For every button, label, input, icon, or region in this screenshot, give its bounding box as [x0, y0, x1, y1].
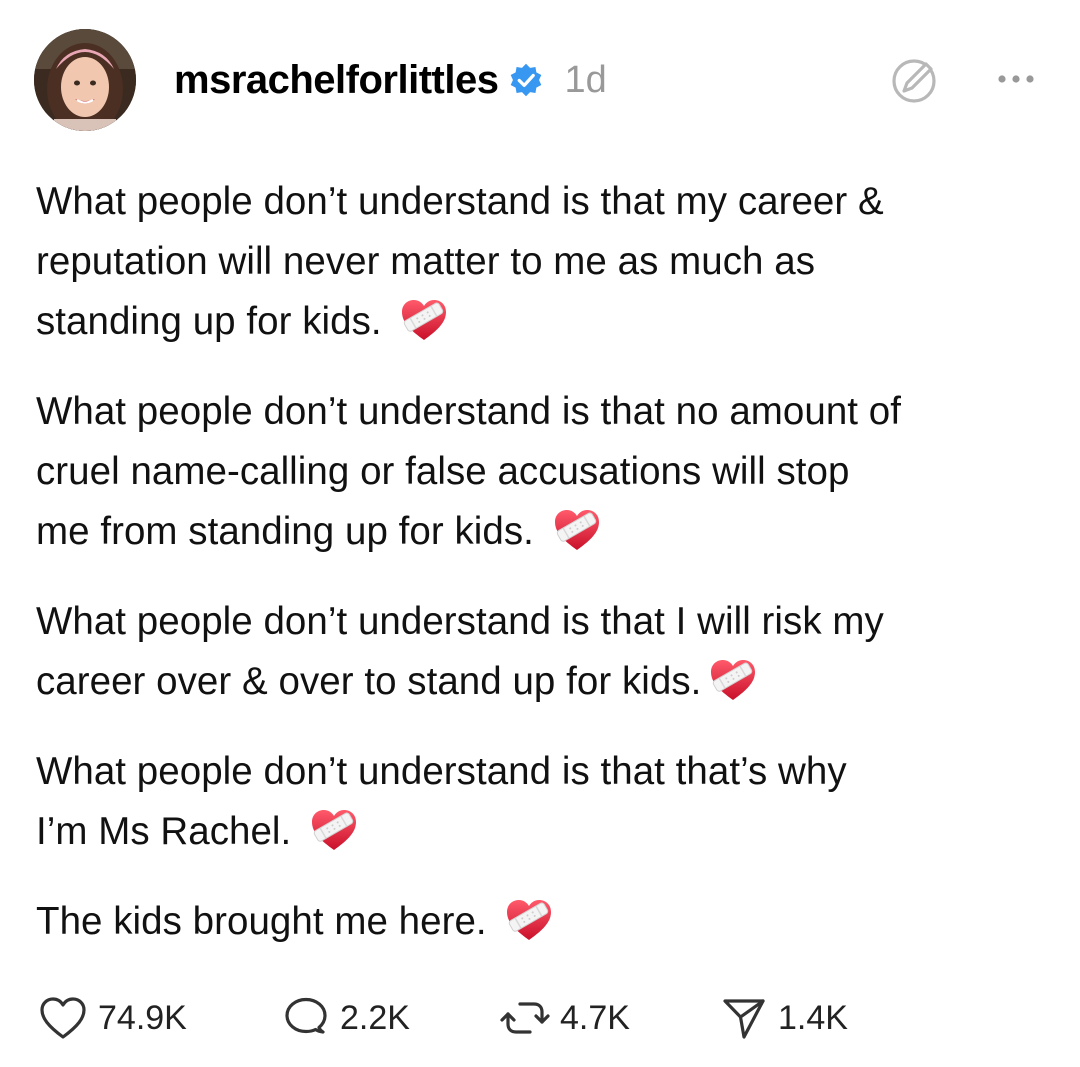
comment-count: 2.2K	[340, 998, 410, 1037]
repost-icon	[500, 1002, 550, 1034]
post-body: What people don’t understand is that my …	[36, 172, 1056, 982]
post-line: me from standing up for kids.	[36, 510, 534, 553]
post-paragraph: What people don’t understand is that tha…	[36, 742, 1056, 862]
mending-heart-icon	[707, 654, 759, 706]
post-line: cruel name-calling or false accusations …	[36, 450, 850, 493]
post-line: What people don’t understand is that no …	[36, 390, 901, 433]
mending-heart-icon	[551, 504, 603, 556]
post-paragraph: What people don’t understand is that no …	[36, 382, 1056, 562]
post-paragraph: What people don’t understand is that I w…	[36, 592, 1056, 712]
share-button[interactable]: 1.4K	[720, 990, 848, 1046]
heart-icon	[40, 997, 86, 1039]
post-line: What people don’t understand is that tha…	[36, 750, 847, 793]
more-dots-icon[interactable]	[995, 66, 1037, 92]
post-line: What people don’t understand is that my …	[36, 180, 884, 223]
post-line: standing up for kids.	[36, 300, 382, 343]
repost-button[interactable]: 4.7K	[500, 990, 630, 1046]
post-line: What people don’t understand is that I w…	[36, 600, 884, 643]
avatar-photo	[34, 29, 136, 131]
post-line: The kids brought me here.	[36, 900, 487, 943]
post-header: msrachelforlittles 1d	[174, 56, 607, 104]
comment-button[interactable]: 2.2K	[282, 990, 410, 1046]
post-paragraph: What people don’t understand is that my …	[36, 172, 1056, 352]
mending-heart-icon	[503, 894, 555, 946]
post-paragraph: The kids brought me here.	[36, 892, 1056, 952]
author-avatar[interactable]	[34, 29, 136, 131]
like-button[interactable]: 74.9K	[38, 990, 187, 1046]
verified-badge-icon	[508, 62, 544, 98]
like-count: 74.9K	[98, 998, 187, 1037]
post-line: I’m Ms Rachel.	[36, 810, 292, 853]
author-username[interactable]: msrachelforlittles	[174, 58, 499, 103]
mending-heart-icon	[398, 294, 450, 346]
repost-count: 4.7K	[560, 998, 630, 1037]
comment-bubble-icon	[285, 997, 327, 1034]
post-line: career over & over to stand up for kids.	[36, 660, 702, 703]
post-time: 1d	[564, 58, 607, 101]
send-icon	[723, 999, 765, 1039]
edit-circle-icon[interactable]	[888, 55, 940, 107]
share-count: 1.4K	[778, 998, 848, 1037]
mending-heart-icon	[308, 804, 360, 856]
post-line: reputation will never matter to me as mu…	[36, 240, 815, 283]
